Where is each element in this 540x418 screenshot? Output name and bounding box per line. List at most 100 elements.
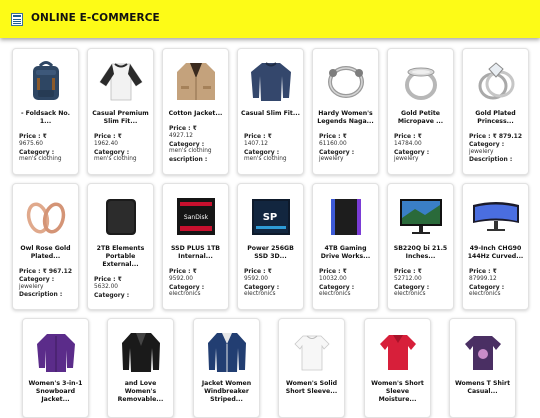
category-value: electronics — [394, 291, 426, 298]
product-name[interactable]: Cotton Jacket... — [166, 110, 225, 119]
ring-icon — [394, 57, 448, 105]
product-name[interactable]: Gold Petite Micropave ... — [391, 110, 450, 127]
product-name[interactable]: SB220Q bi 21.5 Inches... — [391, 245, 450, 262]
product-name[interactable]: Owl Rose Gold Plated... — [16, 245, 75, 262]
price-label: Price : ₹ — [94, 133, 122, 140]
price-value: 61160.00 — [319, 140, 347, 147]
purple-jacket-icon — [29, 327, 83, 375]
price-label: Price : ₹ 879.12 — [469, 133, 523, 140]
product-card[interactable]: Cotton Jacket... Price : ₹ 4927.12 Categ… — [162, 48, 229, 175]
price-value: 1407.12 — [244, 140, 268, 147]
category-value: electronics — [169, 291, 201, 298]
product-name[interactable]: Women's Solid Short Sleeve... — [282, 380, 341, 397]
product-card[interactable]: SB220Q bi 21.5 Inches... Price : ₹ 52712… — [387, 183, 454, 310]
site-title[interactable]: ONLINE E-COMMERCE — [31, 12, 160, 24]
product-card[interactable]: Casual Premium Slim Fit... Price : ₹ 196… — [87, 48, 154, 175]
price-label: Price : ₹ — [244, 268, 272, 275]
product-card[interactable]: 49-Inch CHG90 144Hz Curved... Price : ₹ … — [462, 183, 529, 310]
product-card[interactable]: Owl Rose Gold Plated... Price : ₹ 967.12… — [12, 183, 79, 310]
price-value: 10032.00 — [319, 275, 347, 282]
curved-monitor-icon — [469, 192, 523, 240]
red-top-icon — [371, 327, 425, 375]
category-label: Category : — [19, 275, 55, 283]
product-name[interactable]: Casual Premium Slim Fit... — [91, 110, 150, 127]
monitor-icon — [394, 192, 448, 240]
category-label: Category : — [169, 140, 205, 148]
product-name[interactable]: Gold Plated Princess... — [466, 110, 525, 127]
diamond-ring-icon — [469, 57, 523, 105]
product-name[interactable]: Womens T Shirt Casual... — [453, 380, 512, 397]
product-card[interactable]: Women's Short Sleeve Moisture... — [364, 318, 431, 418]
gaming-drive-icon — [319, 192, 373, 240]
product-card[interactable]: Women's Solid Short Sleeve... — [278, 318, 345, 418]
product-name[interactable]: and Love Women's Removable... — [111, 380, 170, 405]
category-label: Category : — [394, 148, 430, 156]
product-name[interactable]: 49-Inch CHG90 144Hz Curved... — [466, 245, 525, 262]
product-card[interactable]: Hardy Women's Legends Naga... Price : ₹ … — [312, 48, 379, 175]
bracelet-icon — [319, 57, 373, 105]
category-label: Category : — [244, 148, 280, 156]
raglan-tshirt-icon — [94, 57, 148, 105]
purple-tshirt-icon — [456, 327, 510, 375]
product-name[interactable]: Women's Short Sleeve Moisture... — [368, 380, 427, 405]
price-label: Price : ₹ — [19, 133, 47, 140]
product-name[interactable]: - Foldsack No. 1... — [16, 110, 75, 127]
top-header: ONLINE E-COMMERCE — [0, 0, 540, 38]
product-card[interactable]: Gold Petite Micropave ... Price : ₹ 1478… — [387, 48, 454, 175]
product-card[interactable]: Casual Slim Fit... Price : ₹ 1407.12 Cat… — [237, 48, 304, 175]
ssd-sp-icon: SP — [244, 192, 298, 240]
earrings-icon — [19, 192, 73, 240]
svg-text:SanDisk: SanDisk — [184, 214, 209, 221]
category-label: Category : — [469, 283, 505, 291]
product-name[interactable]: Casual Slim Fit... — [241, 110, 300, 127]
product-card[interactable]: Jacket Women Windbreaker Striped... — [193, 318, 260, 418]
category-label: Category : — [19, 148, 55, 156]
category-value: electronics — [469, 291, 501, 298]
category-value: jewelery — [319, 156, 344, 163]
product-name[interactable]: Women's 3-in-1 Snowboard Jacket... — [26, 380, 85, 405]
category-value: jewelery — [469, 148, 494, 155]
product-name[interactable]: Hardy Women's Legends Naga... — [316, 110, 375, 127]
product-card[interactable]: SP Power 256GB SSD 3D... Price : ₹ 9592.… — [237, 183, 304, 310]
white-top-icon — [285, 327, 339, 375]
price-label: Price : ₹ — [169, 268, 197, 275]
product-card[interactable]: Womens T Shirt Casual... — [449, 318, 516, 418]
category-label: Category : — [244, 283, 280, 291]
price-value: 52712.00 — [394, 275, 422, 282]
price-value: 9675.60 — [19, 140, 43, 147]
product-card[interactable]: - Foldsack No. 1... Price : ₹ 9675.60 Ca… — [12, 48, 79, 175]
category-value: men's clothing — [94, 156, 137, 163]
category-label: Category : — [94, 148, 130, 156]
price-label: Price : ₹ — [244, 133, 272, 140]
price-value: 14784.00 — [394, 140, 422, 147]
category-value: electronics — [319, 291, 351, 298]
store-list-icon[interactable] — [11, 13, 23, 26]
category-value: electronics — [244, 291, 276, 298]
category-label: Category : — [394, 283, 430, 291]
product-name[interactable]: 2TB Elements Portable External... — [91, 245, 150, 270]
product-card[interactable]: Gold Plated Princess... Price : ₹ 879.12… — [462, 48, 529, 175]
price-label: Price : ₹ 967.12 — [19, 268, 73, 275]
price-value: 1962.40 — [94, 140, 118, 147]
backpack-icon — [19, 57, 73, 105]
product-card[interactable]: SanDisk SSD PLUS 1TB Internal... Price :… — [162, 183, 229, 310]
category-value: men's clothing — [244, 156, 287, 163]
product-name[interactable]: Jacket Women Windbreaker Striped... — [197, 380, 256, 405]
product-card[interactable]: 4TB Gaming Drive Works... Price : ₹ 1003… — [312, 183, 379, 310]
product-name[interactable]: SSD PLUS 1TB Internal... — [166, 245, 225, 262]
price-value: 87999.12 — [469, 275, 497, 282]
price-label: Price : ₹ — [169, 125, 197, 132]
product-card[interactable]: 2TB Elements Portable External... Price … — [87, 183, 154, 310]
product-name[interactable]: 4TB Gaming Drive Works... — [316, 245, 375, 262]
windbreaker-icon — [200, 327, 254, 375]
price-value: 9592.00 — [169, 275, 193, 282]
product-name[interactable]: Power 256GB SSD 3D... — [241, 245, 300, 262]
category-label: Category : — [169, 283, 205, 291]
price-label: Price : ₹ — [394, 133, 422, 140]
price-value: 4927.12 — [169, 132, 193, 139]
product-card[interactable]: and Love Women's Removable... — [107, 318, 174, 418]
product-card[interactable]: Women's 3-in-1 Snowboard Jacket... — [22, 318, 89, 418]
long-sleeve-shirt-icon — [244, 57, 298, 105]
leather-jacket-icon — [114, 327, 168, 375]
category-value: jewelery — [394, 156, 419, 163]
